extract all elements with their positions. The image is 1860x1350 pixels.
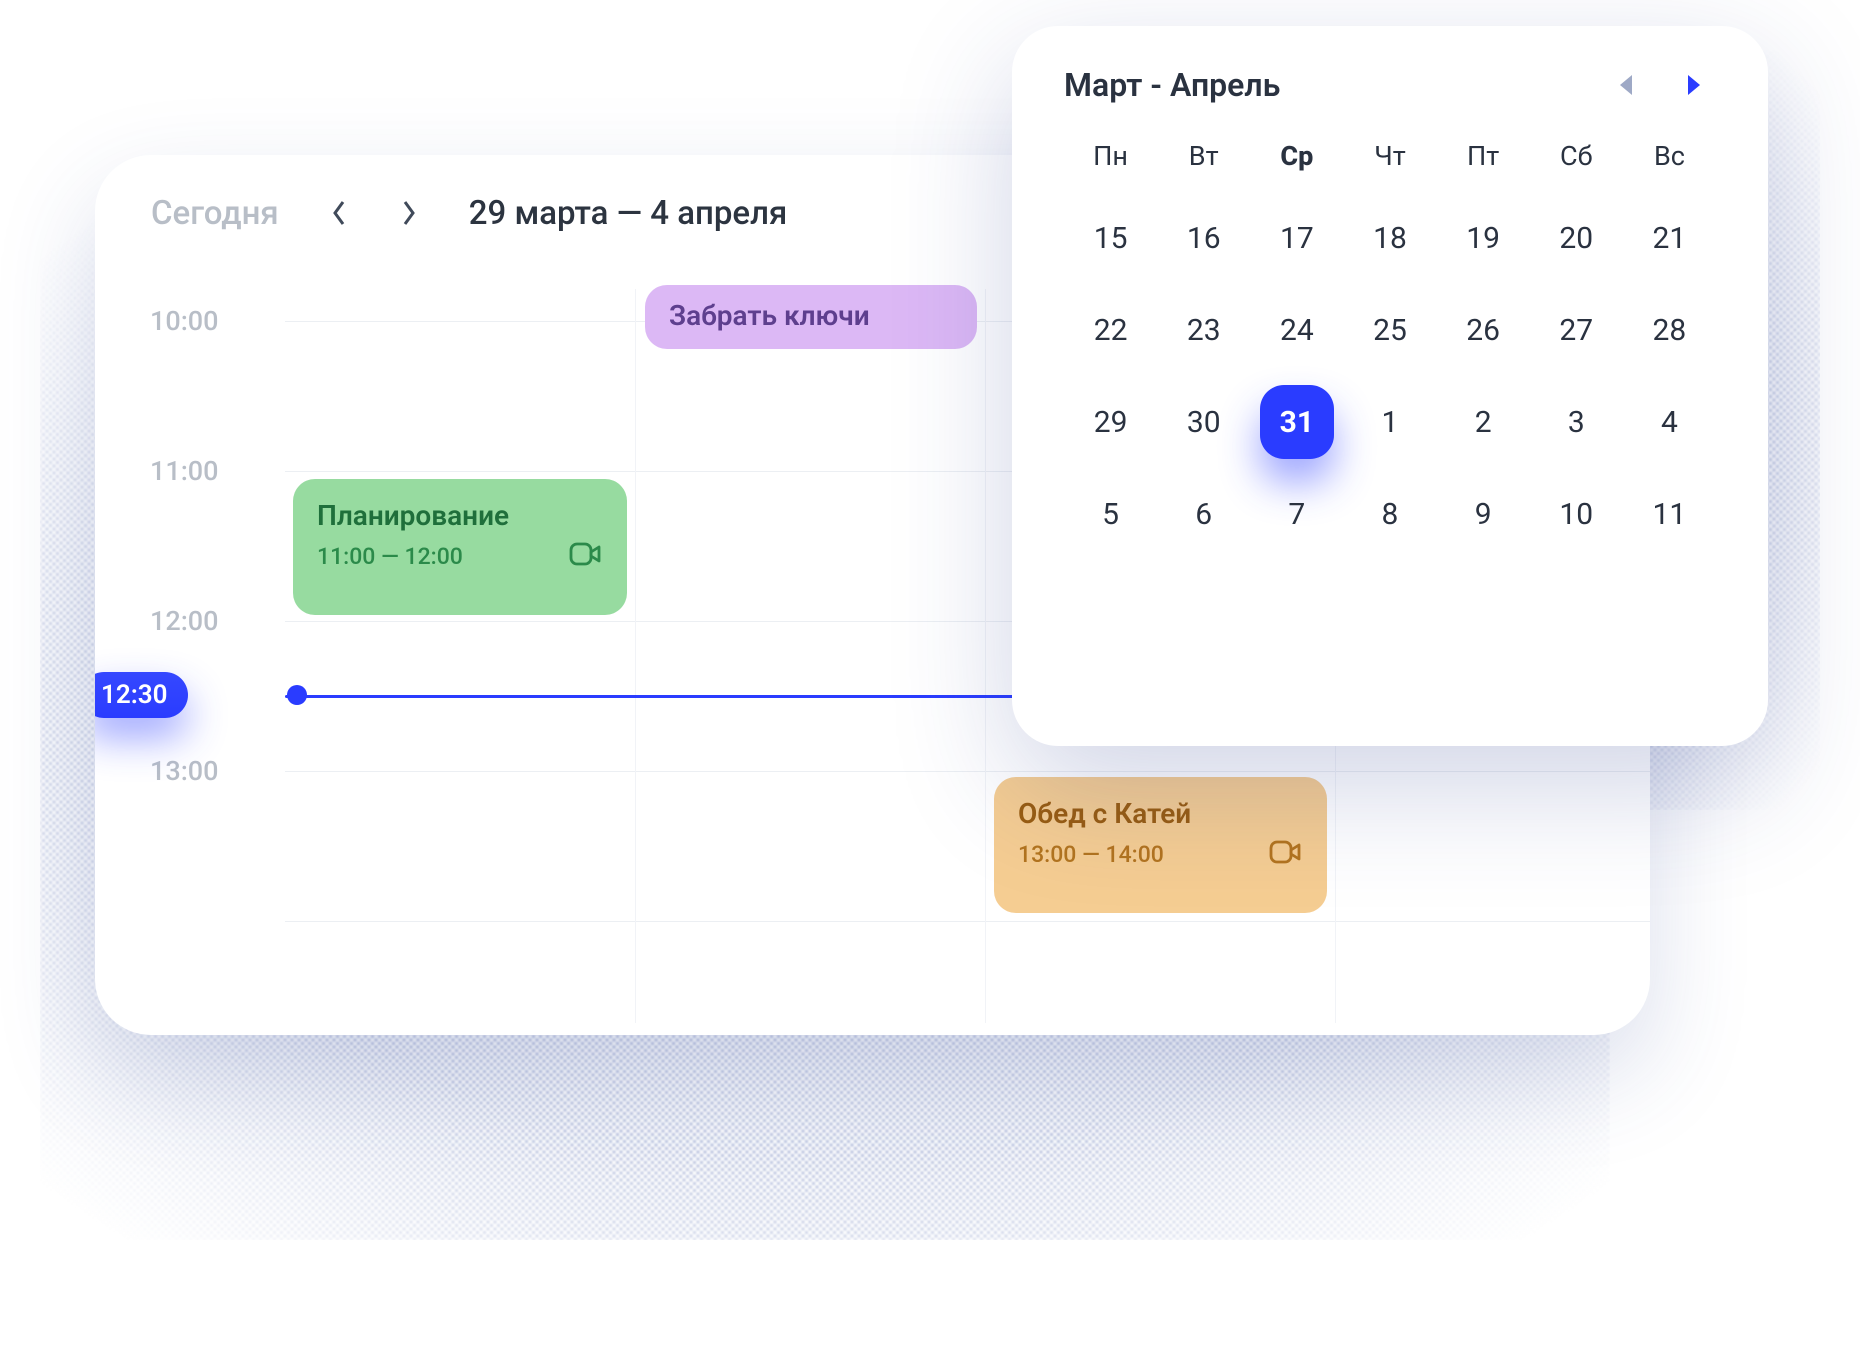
prev-month-button[interactable] [1610,69,1642,101]
date-picker-card: Март - Апрель ПнВтСрЧтПтСбВс 15161718192… [1012,26,1768,746]
day-cell[interactable]: 31 [1260,385,1334,459]
days-grid: 1516171819202122232425262728293031123456… [1064,192,1716,560]
time-label: 10:00 [150,305,219,337]
video-camera-icon [1269,838,1303,870]
event-pickup-keys[interactable]: Забрать ключи [645,285,977,349]
current-time-dot [287,685,307,705]
grid-vline [635,289,636,1023]
day-cell[interactable]: 30 [1157,376,1250,468]
date-range-label: 29 марта — 4 апреля [469,194,788,233]
day-row: 22232425262728 [1064,284,1716,376]
current-time-badge: 12:30 [95,672,188,718]
day-of-week-label: Вт [1157,130,1250,182]
triangle-left-icon [1620,75,1632,95]
event-title: Обед с Катей [1018,797,1303,830]
next-month-button[interactable] [1678,69,1710,101]
day-cell[interactable]: 15 [1064,192,1157,284]
chevron-right-icon [401,200,417,226]
chevron-left-icon [331,200,347,226]
grid-hline [285,771,1650,772]
day-cell[interactable]: 23 [1157,284,1250,376]
day-row: 2930311234 [1064,376,1716,468]
day-cell[interactable]: 10 [1530,468,1623,560]
day-cell[interactable]: 24 [1250,284,1343,376]
day-cell[interactable]: 6 [1157,468,1250,560]
day-cell[interactable]: 27 [1530,284,1623,376]
day-cell[interactable]: 18 [1343,192,1436,284]
day-of-week-label: Пт [1437,130,1530,182]
event-title: Планирование [317,499,603,532]
event-time: 13:00 — 14:00 [1018,841,1164,868]
date-picker-nav [1610,69,1710,101]
next-week-button[interactable] [389,193,429,233]
today-button[interactable]: Сегодня [151,194,289,233]
time-label: 12:00 [150,605,219,637]
day-cell[interactable]: 4 [1623,376,1716,468]
date-picker-title: Март - Апрель [1064,66,1280,104]
day-cell[interactable]: 25 [1343,284,1436,376]
triangle-right-icon [1688,75,1700,95]
video-camera-icon [569,540,603,572]
time-label: 11:00 [150,455,219,487]
day-cell[interactable]: 26 [1437,284,1530,376]
event-title: Забрать ключи [669,299,953,332]
day-cell[interactable]: 5 [1064,468,1157,560]
event-planning[interactable]: Планирование 11:00 — 12:00 [293,479,627,615]
day-cell[interactable]: 28 [1623,284,1716,376]
day-cell[interactable]: 11 [1623,468,1716,560]
day-row: 567891011 [1064,468,1716,560]
event-time-row: 11:00 — 12:00 [317,540,603,572]
time-label: 13:00 [150,755,219,787]
day-of-week-label: Сб [1530,130,1623,182]
day-of-week-label: Вс [1623,130,1716,182]
day-cell[interactable]: 22 [1064,284,1157,376]
day-of-week-label: Чт [1343,130,1436,182]
day-cell[interactable]: 7 [1250,468,1343,560]
day-of-week-label: Ср [1250,130,1343,182]
day-cell[interactable]: 19 [1437,192,1530,284]
day-cell[interactable]: 17 [1250,192,1343,284]
day-cell[interactable]: 20 [1530,192,1623,284]
event-time: 11:00 — 12:00 [317,543,463,570]
day-cell[interactable]: 3 [1530,376,1623,468]
grid-hline [285,921,1650,922]
day-row: 15161718192021 [1064,192,1716,284]
day-cell[interactable]: 9 [1437,468,1530,560]
day-cell[interactable]: 2 [1437,376,1530,468]
day-cell[interactable]: 21 [1623,192,1716,284]
day-of-week-label: Пн [1064,130,1157,182]
day-cell[interactable]: 16 [1157,192,1250,284]
grid-vline [985,289,986,1023]
day-cell[interactable]: 8 [1343,468,1436,560]
day-cell[interactable]: 29 [1064,376,1157,468]
day-cell[interactable]: 1 [1343,376,1436,468]
event-time-row: 13:00 — 14:00 [1018,838,1303,870]
prev-week-button[interactable] [319,193,359,233]
day-of-week-row: ПнВтСрЧтПтСбВс [1064,130,1716,182]
event-lunch[interactable]: Обед с Катей 13:00 — 14:00 [994,777,1327,913]
date-picker-header: Март - Апрель [1064,66,1716,104]
